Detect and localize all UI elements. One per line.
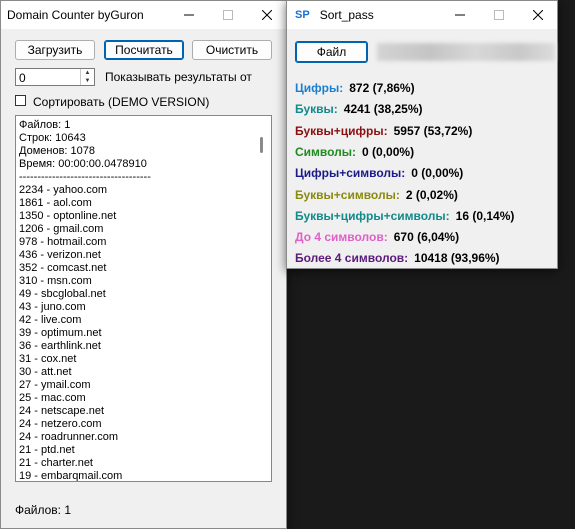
minimize-button[interactable] [440, 1, 479, 29]
close-button[interactable] [247, 1, 286, 29]
stat-row: Буквы+символы: 2 (0,02%) [295, 188, 458, 202]
maximize-icon [493, 10, 504, 20]
result-line: 24 - netscape.net [19, 405, 105, 417]
stat-row: Буквы: 4241 (38,25%) [295, 102, 423, 116]
stat-row: Цифры+символы: 0 (0,00%) [295, 166, 463, 180]
minimize-icon [454, 14, 465, 16]
stat-label: До 4 символов: [295, 230, 388, 245]
results-textbox[interactable]: Файлов: 1 Строк: 10643 Доменов: 1078 Время:… [15, 115, 272, 482]
result-line: 1350 - optonline.net [19, 210, 117, 222]
result-line: Время: 00:00:00.0478910 [19, 158, 147, 170]
window-title: Sort_pass [319, 8, 374, 22]
result-line: 436 - verizon.net [19, 249, 101, 261]
maximize-button [208, 1, 247, 29]
result-line: 31 - cox.net [19, 353, 77, 365]
sort-pass-window: SP Sort_pass Файл Цифры: 872 (7,86%) Буквы… [286, 0, 558, 269]
result-line: 42 - live.com [19, 314, 82, 326]
results-scrollbar[interactable] [255, 117, 270, 480]
domain-counter-window: Domain Counter byGuron Загрузить Посчита… [0, 0, 287, 529]
file-button[interactable]: Файл [295, 41, 368, 63]
close-button[interactable] [518, 1, 557, 29]
stat-label: Буквы+символы: [295, 187, 400, 202]
close-icon [532, 10, 543, 20]
stat-label: Буквы+цифры+символы: [295, 208, 450, 223]
minimize-button[interactable] [169, 1, 208, 29]
result-line: 21 - ptd.net [19, 444, 75, 456]
stat-label: Буквы: [295, 102, 338, 117]
stat-row: Буквы+цифры: 5957 (53,72%) [295, 124, 472, 138]
result-line: 24 - roadrunner.com [19, 431, 119, 443]
stepper-value[interactable]: 0 [19, 71, 26, 85]
stat-label: Символы: [295, 144, 357, 159]
maximize-button [479, 1, 518, 29]
status-text: Файлов: 1 [15, 503, 72, 517]
maximize-icon [222, 10, 233, 20]
stat-label: Более 4 символов: [295, 251, 409, 266]
show-results-label: Показывать результаты от [105, 70, 252, 84]
result-line: 978 - hotmail.com [19, 236, 107, 248]
scrollbar-thumb[interactable] [260, 137, 263, 153]
count-button[interactable]: Посчитать [104, 40, 184, 60]
stat-value: 0 (0,00%) [362, 144, 415, 159]
file-path-field [377, 43, 555, 61]
window-title: Domain Counter byGuron [7, 8, 144, 22]
stat-row: Более 4 символов: 10418 (93,96%) [295, 251, 500, 265]
stat-value: 0 (0,00%) [411, 166, 464, 181]
title-bar[interactable]: Domain Counter byGuron [1, 1, 286, 29]
result-line: 310 - msn.com [19, 275, 92, 287]
stat-value: 4241 (38,25%) [343, 102, 423, 117]
result-line: 1206 - gmail.com [19, 223, 104, 235]
stat-label: Цифры: [295, 81, 344, 95]
result-line: Доменов: 1078 [19, 145, 95, 157]
stat-value: 670 (6,04%) [393, 230, 460, 245]
stat-value: 2 (0,02%) [405, 187, 458, 202]
stepper-down-icon[interactable]: ▼ [81, 77, 94, 85]
result-line: 21 - charter.net [19, 457, 93, 469]
result-line: 30 - att.net [19, 366, 72, 378]
result-line: 352 - comcast.net [19, 262, 107, 274]
result-line: 43 - juno.com [19, 301, 86, 313]
stat-row: Цифры: 872 (7,86%) [295, 81, 415, 95]
stat-value: 10418 (93,96%) [414, 251, 500, 266]
clear-button[interactable]: Очистить [192, 40, 272, 60]
sort-checkbox[interactable] [15, 95, 26, 106]
result-line: Строк: 10643 [19, 132, 86, 144]
result-line: 19 - embarqmail.com [19, 470, 123, 482]
result-line: 36 - earthlink.net [19, 340, 101, 352]
results-lines: Файлов: 1 Строк: 10643 Доменов: 1078 Время:… [19, 119, 151, 482]
stat-row: Символы: 0 (0,00%) [295, 145, 414, 159]
minimize-icon [183, 14, 194, 16]
result-line: 1861 - aol.com [19, 197, 92, 209]
result-line: 27 - ymail.com [19, 379, 91, 391]
stat-label: Буквы+цифры: [295, 123, 388, 138]
result-line: Файлов: 1 [19, 119, 71, 131]
stat-value: 16 (0,14%) [455, 208, 515, 223]
stat-value: 872 (7,86%) [349, 81, 415, 95]
title-bar[interactable]: SP Sort_pass [287, 1, 557, 29]
result-line: 2234 - yahoo.com [19, 184, 108, 196]
sort-label[interactable]: Сортировать (DEMO VERSION) [33, 95, 209, 109]
load-button[interactable]: Загрузить [15, 40, 95, 60]
min-results-stepper[interactable]: 0 ▲ ▼ [15, 68, 95, 86]
result-line: ------------------------------------ [19, 171, 151, 183]
app-icon: SP [295, 9, 310, 21]
result-line: 49 - sbcglobal.net [19, 288, 106, 300]
close-icon [261, 10, 272, 20]
result-line: 25 - mac.com [19, 392, 86, 404]
stat-label: Цифры+символы: [295, 166, 406, 181]
stepper-up-icon[interactable]: ▲ [81, 69, 94, 77]
result-line: 24 - netzero.com [19, 418, 102, 430]
stat-row: До 4 символов: 670 (6,04%) [295, 230, 459, 244]
stat-value: 5957 (53,72%) [393, 123, 473, 138]
stat-row: Буквы+цифры+символы: 16 (0,14%) [295, 209, 514, 223]
result-line: 39 - optimum.net [19, 327, 102, 339]
